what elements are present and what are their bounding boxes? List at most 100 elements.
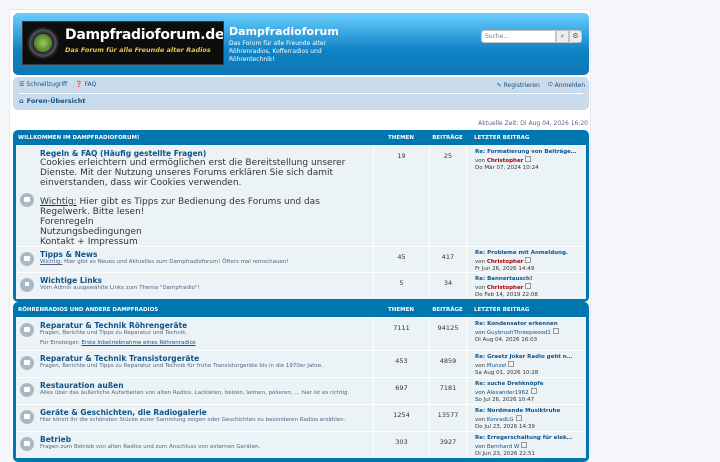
last-post-author[interactable]: KonradLG — [487, 417, 514, 423]
logo-title: Dampfradioforum.de — [65, 27, 224, 43]
forum-row: Geräte & Geschichten, die Radiogalerie H… — [16, 404, 586, 431]
last-post-title[interactable]: Re: Graetz Joker Radio geht n… — [475, 354, 572, 360]
last-post-author[interactable]: Munzel — [487, 363, 507, 369]
search-button[interactable]: ⌕ — [556, 30, 569, 43]
last-post: Re: suche Drehknöpfe von Alexander1962 S… — [466, 378, 586, 404]
last-post-date: Do Jul 23, 2026 14:39 — [475, 424, 535, 430]
last-post-title[interactable]: Re: Bannertausch! — [475, 276, 532, 282]
forum-row: Tipps & News Wichtig: Hier gibt es Neues… — [16, 246, 586, 272]
last-post: Re: Erregerschaltung für elek… von Bernh… — [466, 432, 586, 458]
last-post-title[interactable]: Re: Erregerschaltung für elek… — [475, 435, 572, 441]
last-post-by: von — [475, 444, 486, 450]
forum-title[interactable]: Reparatur & Technik Transistorgeräte — [40, 354, 369, 363]
last-post-title[interactable]: Re: Nordmende Musiktruhe — [475, 408, 560, 414]
view-latest-icon[interactable] — [515, 415, 522, 421]
cookie-notice: Cookies erleichtern und ermöglichen erst… — [40, 158, 346, 188]
link-terms[interactable]: Nutzungsbedingungen — [40, 227, 369, 237]
last-post-author[interactable]: Christopher — [487, 285, 524, 291]
forum-title[interactable]: Reparatur & Technik Röhrengeräte — [40, 321, 369, 330]
lock-icon — [20, 278, 34, 292]
search-input[interactable] — [481, 30, 556, 43]
last-post: Re: Nordmende Musiktruhe von KonradLG Do… — [466, 405, 586, 431]
site-title: Dampfradioforum — [229, 25, 339, 38]
forum-description: Alles über das äußerliche Aufarbeiten vo… — [40, 390, 350, 396]
last-post-author[interactable]: Christopher — [487, 158, 524, 164]
current-time: Aktuelle Zeit: Di Aug 04, 2026 16:20 — [478, 120, 588, 127]
site-logo[interactable]: Dampfradioforum.de Das Forum für alle Fr… — [22, 21, 224, 65]
view-latest-icon[interactable] — [525, 156, 532, 162]
register-label: Registrieren — [503, 81, 540, 89]
forum-row: Regeln & FAQ (Häufig gestellte Fragen) C… — [16, 145, 586, 247]
view-latest-icon[interactable] — [552, 328, 559, 334]
posts-count: 417 — [429, 247, 466, 272]
last-post-title[interactable]: Re: Probleme mit Anmeldung. — [475, 250, 568, 256]
last-post-author[interactable]: Christopher — [487, 259, 524, 265]
last-post-title[interactable]: Re: suche Drehknöpfe — [475, 381, 543, 387]
posts-count: 13577 — [429, 405, 466, 431]
topics-count: 697 — [373, 378, 429, 404]
quick-access-menu[interactable]: ☰ Schnellzugriff — [19, 81, 67, 88]
breadcrumb[interactable]: ⌂ Foren-Übersicht — [19, 97, 85, 105]
last-post-by: von — [475, 330, 486, 336]
category-header: RÖHRENRADIOS UND ANDERE DAMPFRADIOS THEM… — [16, 302, 586, 317]
register-link[interactable]: ✎ Registrieren — [497, 81, 540, 89]
category-welcome: WILLKOMMEN IM DAMPFRADIOFORUM! THEMEN BE… — [13, 130, 589, 302]
forum-title[interactable]: Geräte & Geschichten, die Radiogalerie — [40, 408, 369, 417]
link-forum-rules[interactable]: Forenregeln — [40, 217, 369, 227]
last-post-date: Di Aug 04, 2026 16:03 — [475, 337, 538, 343]
last-post-title[interactable]: Re: Kondensator erkennen — [475, 321, 558, 327]
topics-count: 45 — [373, 247, 429, 272]
desc-text: Hier gibt es Neues und Aktuelles zum Dam… — [62, 259, 289, 265]
forum-row: Reparatur & Technik Transistorgeräte Fra… — [16, 350, 586, 377]
last-post: Re: Graetz Joker Radio geht n… von Munze… — [466, 351, 586, 377]
last-post-author[interactable]: Alexander1962 — [487, 390, 529, 396]
forum-title[interactable]: Wichtige Links — [40, 276, 369, 285]
search-box: ⌕ ⚙ — [481, 30, 582, 43]
posts-count: 94125 — [429, 318, 466, 350]
forum-title[interactable]: Restauration außen — [40, 381, 369, 390]
advanced-search-button[interactable]: ⚙ — [569, 30, 582, 43]
forum-title[interactable]: Regeln & FAQ (Häufig gestellte Fragen) — [40, 149, 369, 158]
last-post-date: Di Jun 23, 2026 22:51 — [475, 451, 535, 457]
last-post: Re: Formatierung von Beiträge… von Chris… — [466, 146, 586, 246]
forum-description: Hier könnt Ihr die schönsten Stücke eure… — [40, 417, 346, 423]
forum-read-icon — [20, 193, 34, 207]
menu-icon: ☰ — [19, 81, 25, 88]
logo-subtitle: Das Forum für alle Freunde alter Radios — [65, 46, 211, 54]
last-post-author[interactable]: Bernhard W — [487, 444, 520, 450]
subforum-link[interactable]: Erste Inbetriebnahme eines Röhrenradios — [81, 340, 195, 346]
last-post-author[interactable]: GuybrushThreepwood1 — [487, 330, 551, 336]
category-title[interactable]: RÖHRENRADIOS UND ANDERE DAMPFRADIOS — [16, 307, 373, 313]
last-post-title[interactable]: Re: Formatierung von Beiträge… — [475, 149, 576, 155]
view-latest-icon[interactable] — [525, 257, 532, 263]
view-latest-icon[interactable] — [521, 442, 528, 448]
topics-count: 7111 — [373, 318, 429, 350]
forum-title[interactable]: Tipps & News — [40, 250, 369, 259]
breadcrumb-board-index: Foren-Übersicht — [26, 97, 86, 105]
last-post-by: von — [475, 417, 486, 423]
navbar: ☰ Schnellzugriff ❓ FAQ ✎ Registrieren ⏻ Anme… — [13, 77, 589, 110]
column-topics: THEMEN — [388, 306, 414, 313]
search-icon: ⌕ — [560, 32, 565, 40]
topics-count: 5 — [373, 273, 429, 299]
forum-read-icon — [20, 410, 34, 424]
last-post-by: von — [475, 158, 486, 164]
view-latest-icon[interactable] — [525, 283, 532, 289]
topics-count: 19 — [373, 146, 429, 246]
question-icon: ❓ — [75, 81, 83, 88]
last-post-by: von — [475, 390, 486, 396]
view-latest-icon[interactable] — [530, 388, 537, 394]
home-icon: ⌂ — [19, 97, 24, 105]
forum-row: Betrieb Fragen zum Betrieb von alten Rad… — [16, 431, 586, 458]
last-post: Re: Probleme mit Anmeldung. von Christop… — [466, 247, 586, 272]
last-post: Re: Kondensator erkennen von GuybrushThr… — [466, 318, 586, 350]
view-latest-icon[interactable] — [508, 361, 515, 367]
login-link[interactable]: ⏻ Anmelden — [548, 81, 585, 89]
column-posts: BEITRÄGE — [432, 306, 463, 313]
forum-title[interactable]: Betrieb — [40, 435, 369, 444]
category-title[interactable]: WILLKOMMEN IM DAMPFRADIOFORUM! — [16, 135, 373, 141]
gear-icon: ⚙ — [572, 32, 579, 40]
site-description: Das Forum für alle Freunde alter Röhrenr… — [229, 40, 327, 63]
posts-count: 4859 — [429, 351, 466, 377]
faq-link[interactable]: ❓ FAQ — [75, 81, 96, 88]
